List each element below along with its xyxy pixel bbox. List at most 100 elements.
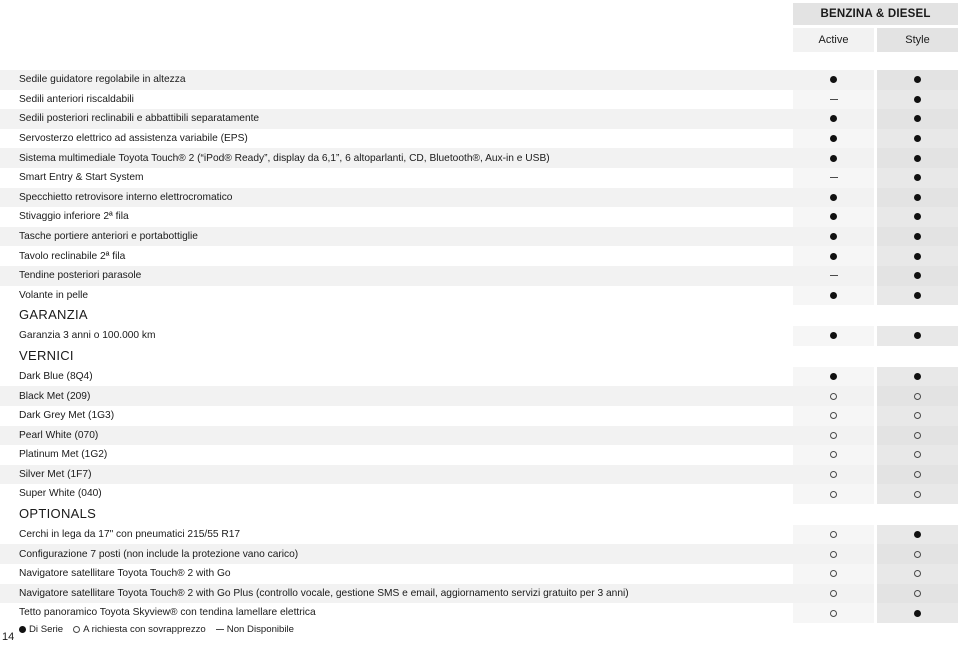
section-header-row: OPTIONALS xyxy=(0,503,960,525)
marker-standard-icon xyxy=(830,252,837,260)
cell-active xyxy=(793,464,874,485)
feature-label: Black Met (209) xyxy=(0,386,793,406)
cell-active xyxy=(793,89,874,110)
spec-row: Platinum Met (1G2) xyxy=(0,445,960,465)
cell-style xyxy=(877,89,958,110)
cell-active xyxy=(793,564,874,584)
marker-optional-icon xyxy=(830,412,837,420)
spec-row: Sistema multimediale Toyota Touch® 2 (“i… xyxy=(0,148,960,168)
feature-label: Sedile guidatore regolabile in altezza xyxy=(0,70,793,90)
marker-standard-icon xyxy=(19,626,26,633)
cell-active xyxy=(793,109,874,129)
marker-optional-icon xyxy=(914,412,921,420)
marker-optional-icon xyxy=(830,550,837,558)
feature-label: Volante in pelle xyxy=(0,285,793,306)
feature-label: Tavolo reclinabile 2ª fila xyxy=(0,246,793,266)
cell-style xyxy=(877,148,958,168)
spec-row: Stivaggio inferiore 2ª fila xyxy=(0,207,960,227)
marker-empty-icon xyxy=(914,353,921,360)
marker-standard-icon xyxy=(830,373,837,381)
spec-row: Tendine posteriori parasole xyxy=(0,265,960,286)
marker-standard-icon xyxy=(914,531,921,539)
section-title: GARANZIA xyxy=(0,305,793,327)
spec-rows: Sedile guidatore regolabile in altezza Se… xyxy=(0,70,960,623)
cell-active xyxy=(793,207,874,227)
marker-standard-icon xyxy=(914,332,921,340)
cell-style xyxy=(877,285,958,306)
marker-standard-icon xyxy=(914,174,921,182)
marker-optional-icon xyxy=(914,392,921,400)
marker-standard-icon xyxy=(914,193,921,201)
marker-optional-icon xyxy=(830,470,837,478)
cell-active xyxy=(793,583,874,604)
marker-optional-icon xyxy=(830,570,837,578)
feature-label: Sedili anteriori riscaldabili xyxy=(0,89,793,110)
marker-standard-icon xyxy=(914,115,921,123)
cell-style xyxy=(877,504,958,525)
marker-standard-icon xyxy=(830,115,837,123)
fuel-type-label: BENZINA & DIESEL xyxy=(820,8,931,20)
marker-standard-icon xyxy=(914,609,921,617)
table-header: BENZINA & DIESEL Active Style xyxy=(0,0,960,70)
spec-row: Silver Met (1F7) xyxy=(0,464,960,485)
spec-row: Black Met (209) xyxy=(0,386,960,406)
feature-label: Sedili posteriori reclinabili e abbattib… xyxy=(0,109,793,129)
spec-row: Volante in pelle xyxy=(0,285,960,306)
marker-optional-icon xyxy=(914,470,921,478)
cell-style xyxy=(877,326,958,346)
marker-optional-icon xyxy=(914,490,921,498)
cell-active xyxy=(793,405,874,426)
section-header-row: GARANZIA xyxy=(0,305,960,327)
section-title: OPTIONALS xyxy=(0,503,793,525)
cell-active xyxy=(793,484,874,504)
cell-active xyxy=(793,148,874,168)
feature-label: Stivaggio inferiore 2ª fila xyxy=(0,207,793,227)
section-header-row: VERNICI xyxy=(0,345,960,367)
spec-row: Navigatore satellitare Toyota Touch® 2 w… xyxy=(0,583,960,604)
marker-standard-icon xyxy=(914,252,921,260)
marker-empty-icon xyxy=(914,312,921,319)
cell-style xyxy=(877,425,958,446)
marker-standard-icon xyxy=(914,233,921,241)
column-header-active[interactable]: Active xyxy=(793,28,874,52)
cell-active xyxy=(793,167,874,188)
cell-style xyxy=(877,564,958,584)
legend-item: Di Serie xyxy=(19,624,63,635)
marker-optional-icon xyxy=(914,451,921,459)
marker-optional-icon xyxy=(830,431,837,439)
feature-label: Tendine posteriori parasole xyxy=(0,265,793,286)
cell-active xyxy=(793,70,874,90)
cell-style xyxy=(877,405,958,426)
feature-label: Configurazione 7 posti (non include la p… xyxy=(0,544,793,565)
cell-active xyxy=(793,187,874,208)
spec-row: Configurazione 7 posti (non include la p… xyxy=(0,544,960,565)
legend-label: Di Serie xyxy=(29,624,64,635)
spec-row: Specchietto retrovisore interno elettroc… xyxy=(0,187,960,208)
feature-label: Pearl White (070) xyxy=(0,425,793,446)
spec-row: Sedili anteriori riscaldabili xyxy=(0,89,960,110)
marker-standard-icon xyxy=(830,332,837,340)
marker-empty-icon xyxy=(830,511,837,518)
spec-sheet-page: BENZINA & DIESEL Active Style Sedile gui… xyxy=(0,0,960,648)
marker-standard-icon xyxy=(830,193,837,201)
marker-standard-icon xyxy=(830,154,837,162)
fuel-type-band: BENZINA & DIESEL xyxy=(793,3,958,25)
feature-label: Smart Entry & Start System xyxy=(0,167,793,188)
feature-label: Navigatore satellitare Toyota Touch® 2 w… xyxy=(0,564,793,584)
feature-label: Servosterzo elettrico ad assistenza vari… xyxy=(0,128,793,149)
column-header-style[interactable]: Style xyxy=(877,28,958,52)
feature-label: Cerchi in lega da 17" con pneumatici 215… xyxy=(0,524,793,545)
marker-standard-icon xyxy=(914,76,921,84)
cell-active xyxy=(793,305,874,326)
marker-unavailable-icon xyxy=(215,628,224,631)
cell-active xyxy=(793,128,874,149)
legend-item: Non Disponibile xyxy=(215,624,294,635)
feature-label: Dark Blue (8Q4) xyxy=(0,366,793,387)
feature-label: Navigatore satellitare Toyota Touch® 2 w… xyxy=(0,583,793,604)
column-header-style-label: Style xyxy=(905,34,930,46)
marker-unavailable-icon xyxy=(829,98,838,101)
spec-row: Sedili posteriori reclinabili e abbattib… xyxy=(0,109,960,129)
marker-standard-icon xyxy=(914,213,921,221)
marker-standard-icon xyxy=(830,213,837,221)
spec-row: Dark Grey Met (1G3) xyxy=(0,405,960,426)
